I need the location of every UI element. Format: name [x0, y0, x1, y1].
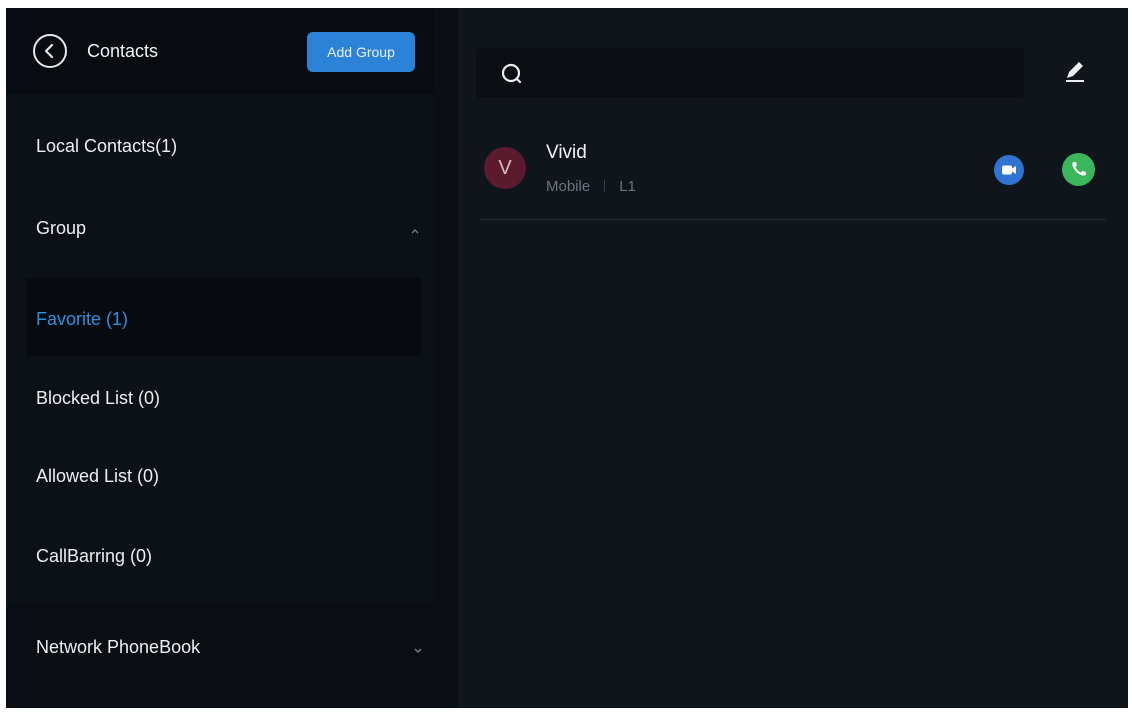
sidebar-item-label: Favorite (1) [36, 309, 129, 329]
edit-icon[interactable] [1062, 60, 1088, 84]
sidebar-item-label: Local Contacts(1) [36, 136, 178, 156]
sidebar-item-callbarring[interactable]: CallBarring (0) [6, 546, 434, 586]
contacts-sidebar: Contacts Add Group Local Contacts(1) Gro… [6, 8, 434, 708]
contact-list-item[interactable]: V Vivid Mobile L1 [480, 133, 1106, 220]
page-title: Contacts [87, 41, 159, 61]
avatar: V [484, 147, 526, 189]
sidebar-item-favorite[interactable]: Favorite (1) [6, 309, 434, 349]
separator [604, 180, 606, 192]
video-call-icon [1002, 165, 1016, 175]
sidebar-item-blocked-list[interactable]: Blocked List (0) [6, 388, 434, 428]
back-button[interactable] [33, 34, 67, 68]
sidebar-item-label: Blocked List (0) [36, 388, 161, 408]
contact-details: Mobile L1 [546, 178, 636, 195]
sidebar-item-local-contacts[interactable]: Local Contacts(1) [6, 136, 434, 176]
sidebar-item-group[interactable]: Group [6, 218, 434, 258]
chevron-up-icon [411, 229, 419, 234]
voice-call-button[interactable] [1062, 153, 1095, 186]
video-call-button[interactable] [994, 155, 1024, 185]
back-icon [44, 43, 54, 59]
contact-line: L1 [619, 178, 636, 195]
sidebar-item-label: Network PhoneBook [36, 637, 201, 657]
sidebar-item-label: Group [36, 218, 87, 238]
sidebar-item-label: Allowed List (0) [36, 466, 160, 486]
sidebar-header: Contacts Add Group [6, 8, 434, 94]
contact-name: Vivid [546, 142, 587, 163]
contacts-screen: Contacts Add Group Local Contacts(1) Gro… [6, 8, 1128, 708]
add-group-button[interactable]: Add Group [307, 32, 415, 72]
search-input[interactable] [476, 48, 1024, 98]
phone-icon [1072, 162, 1086, 176]
sidebar-item-label: CallBarring (0) [36, 546, 153, 566]
chevron-down-icon [414, 648, 422, 653]
contact-list-panel: V Vivid Mobile L1 [458, 8, 1128, 708]
contact-number-type: Mobile [546, 178, 591, 195]
sidebar-item-network-phonebook[interactable]: Network PhoneBook [6, 637, 434, 677]
sidebar-item-allowed-list[interactable]: Allowed List (0) [6, 466, 434, 506]
search-icon [501, 63, 522, 84]
